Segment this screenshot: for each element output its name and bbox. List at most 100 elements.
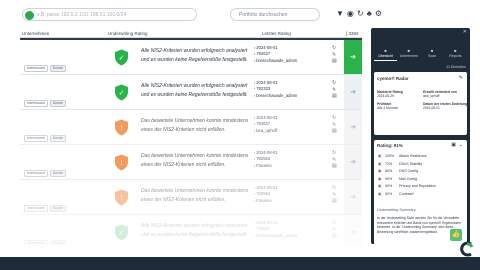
table-row[interactable]: Interessant Kunde ✓ Alle NIS2-Kriterien … <box>20 75 362 110</box>
table-row[interactable]: Interessant Kunde ! Das bewertete Untern… <box>20 180 362 215</box>
rating-user: bresechawade_admin <box>254 58 297 64</box>
tag-interesting[interactable]: Interessant <box>24 205 48 212</box>
arrow-right-icon: ➜ <box>350 89 356 96</box>
svg-text:!: ! <box>120 194 123 202</box>
detail-panel: ✕ Übersicht Unterlernen Scan Reports 11 … <box>371 28 470 244</box>
rating-items: ▣ 100% Attack Resilience ▣ 72% DDoS Stabi… <box>377 153 465 198</box>
tab-overview[interactable]: Übersicht <box>374 47 398 61</box>
rating-title: Rating: 91% <box>377 143 403 148</box>
table-row[interactable]: Interessant Kunde ✓ Alle NIS2-Kriterien … <box>20 40 362 75</box>
rating-user: lara_uphoff <box>254 128 278 134</box>
open-row-button[interactable]: ➜ <box>344 40 362 74</box>
row-actions: ↻ ✎ ▤ <box>332 115 342 135</box>
rating-user: Fraumio <box>254 163 278 169</box>
rating-item-percent: 92% <box>385 191 393 196</box>
category-icon: ▣ <box>378 154 382 158</box>
document-icon[interactable]: ▤ <box>332 128 342 135</box>
open-row-button[interactable]: ➜ <box>344 110 362 144</box>
header-company[interactable]: Unternehmen <box>22 31 49 36</box>
last-rating-meta: 2024-08-01 782637 lara_uphoff <box>254 115 278 134</box>
chip-icon[interactable]: ▣ <box>451 142 456 148</box>
row-actions: ↻ ✎ ▤ <box>332 150 342 170</box>
expand-icon[interactable]: ⌄ <box>459 142 463 148</box>
document-icon[interactable]: ▤ <box>332 93 342 100</box>
category-icon: ▣ <box>378 176 382 181</box>
rating-item-name: DDoS Stability <box>399 161 423 166</box>
rating-user: bresechawade_admin <box>254 93 297 99</box>
row-actions: ↻ ✎ ▤ <box>332 45 342 65</box>
shield-icon: ! <box>115 189 128 206</box>
tab-company[interactable]: Unterlernen <box>397 47 420 61</box>
rating-item-name: Privacy and Reputation <box>399 184 437 188</box>
row-tags: Interessant Kunde <box>24 135 67 142</box>
thumbs-up-icon: 👍 <box>450 229 462 241</box>
rating-user: bresechawade_admin <box>254 233 297 239</box>
summary-title: Underwriting Summary <box>377 208 416 212</box>
scan-input-placeholder: z.B. parse 192.0.2.1/32 198.51.100.0/24 <box>37 11 127 18</box>
row-tags: Interessant Kunde <box>24 100 67 107</box>
bell-icon[interactable]: ♣ <box>367 9 372 19</box>
rating-item-name: DNS Config <box>399 169 418 173</box>
tag-interesting[interactable]: Interessant <box>24 240 48 245</box>
kv-created-by: Erstellt verändert von lara_uphoff <box>423 90 457 99</box>
rating-item-percent: 90% <box>385 184 393 188</box>
tab-scan[interactable]: Scan <box>421 47 444 61</box>
rating-user: Fraumio <box>254 198 278 204</box>
gear-icon[interactable]: ⚙ <box>375 9 382 19</box>
scan-input[interactable]: z.B. parse 192.0.2.1/32 198.51.100.0/24 <box>22 8 197 21</box>
tab-reports[interactable]: Reports <box>444 47 467 61</box>
refresh-icon[interactable]: ↻ <box>357 9 364 19</box>
close-icon[interactable]: ✕ <box>463 29 467 35</box>
category-icon: ▣ <box>378 169 382 173</box>
document-icon[interactable]: ▤ <box>332 233 342 240</box>
category-icon: ▣ <box>378 191 382 196</box>
panel-tabs: Übersicht Unterlernen Scan Reports <box>374 47 467 61</box>
rating-item-percent: 100% <box>385 154 395 158</box>
svg-text:✓: ✓ <box>119 54 125 62</box>
header-last-rating[interactable]: Letztes Rating <box>262 31 291 36</box>
eye-icon[interactable]: ◉ <box>347 9 354 19</box>
shield-icon: ! <box>115 154 128 171</box>
tag-interesting[interactable]: Interessant <box>24 135 48 142</box>
rating-text: Das bewertete Unternehmen konnte mindest… <box>141 153 249 168</box>
tag-interesting[interactable]: Interessant <box>24 65 48 72</box>
row-actions: ↻ ✎ ▤ <box>332 80 342 100</box>
svg-text:✓: ✓ <box>119 89 125 97</box>
tag-customer[interactable]: Kunde <box>49 240 67 245</box>
document-icon[interactable]: ▤ <box>332 163 342 170</box>
document-icon[interactable]: ▤ <box>332 198 342 205</box>
scan-go-icon[interactable] <box>25 10 34 20</box>
rating-item-percent: 80% <box>385 169 393 173</box>
header-rating[interactable]: Underwriting Rating <box>108 31 148 36</box>
table-rows: Interessant Kunde ✓ Alle NIS2-Kriterien … <box>20 40 362 245</box>
svg-text:!: ! <box>120 159 123 167</box>
tag-customer[interactable]: Kunde <box>49 205 67 212</box>
tag-customer[interactable]: Kunde <box>49 100 67 107</box>
table-row[interactable]: Interessant Kunde ! Das bewertete Untern… <box>20 145 362 180</box>
last-rating-meta: 2024-08-01 782553 Fraumio <box>254 150 278 169</box>
tag-customer[interactable]: Kunde <box>49 65 67 72</box>
rating-item-name: Contrast* <box>399 191 414 196</box>
tag-interesting[interactable]: Interessant <box>24 100 48 107</box>
tag-customer[interactable]: Kunde <box>49 135 67 142</box>
open-row-button[interactable]: ➜ <box>344 215 362 245</box>
table-row[interactable]: Interessant Kunde ✓ Alle NIS2-Kriterien … <box>20 215 362 245</box>
arrow-right-icon: ➜ <box>350 229 356 236</box>
filter-icon[interactable]: ▼ <box>336 9 344 19</box>
kv-rating: Markierte Rating 2024-08-29 <box>377 90 403 99</box>
open-row-button[interactable]: ➜ <box>344 75 362 109</box>
radar-logo: cyemo® Radar <box>377 76 409 81</box>
table-row[interactable]: Interessant Kunde ! Das bewertete Untern… <box>20 110 362 145</box>
arrow-right-icon: ➜ <box>350 194 356 201</box>
rating-item-percent: 90% <box>385 176 393 181</box>
rating-item: ▣ 90% Privacy and Reputation <box>377 183 465 191</box>
toolbar-icons: ▼ ◉ ↻ ♣ ⚙ <box>336 9 382 19</box>
tag-customer[interactable]: Kunde <box>49 170 67 177</box>
document-icon[interactable]: ▤ <box>332 58 342 65</box>
open-row-button[interactable]: ➜ <box>344 180 362 214</box>
row-tags: Interessant Kunde <box>24 65 67 72</box>
edit-icon[interactable]: ✎ <box>459 75 463 81</box>
tag-interesting[interactable]: Interessant <box>24 170 48 177</box>
open-row-button[interactable]: ➜ <box>344 145 362 179</box>
portfolio-search-input[interactable]: Portfolio durchsuchen <box>230 8 320 21</box>
